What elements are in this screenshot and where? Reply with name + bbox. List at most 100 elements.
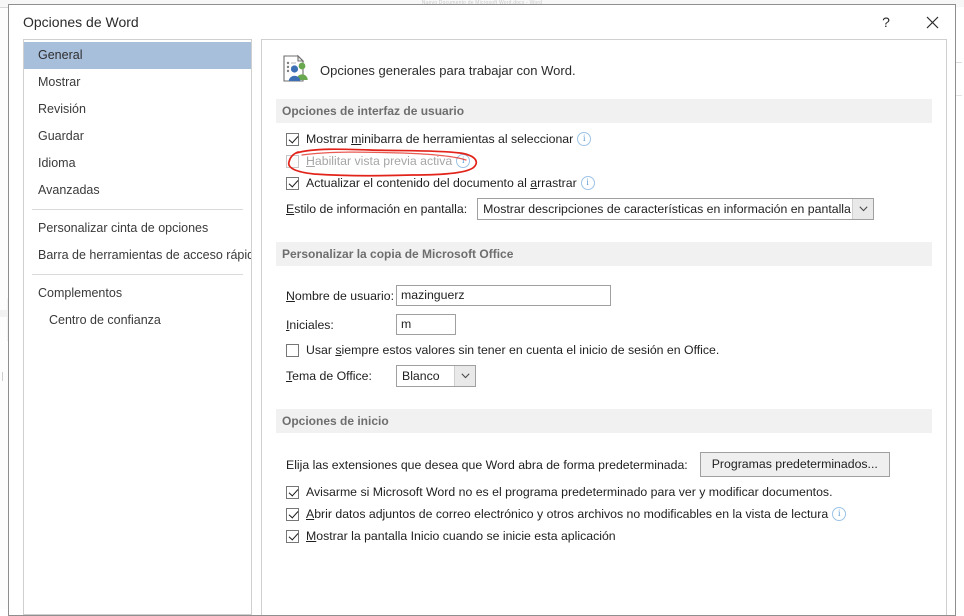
section-header-ui-options: Opciones de interfaz de usuario (276, 99, 932, 123)
sidebar-item-label: Mostrar (38, 75, 81, 89)
label-part-post: abilitar vista previa activa (314, 154, 453, 168)
sidebar-item-general[interactable]: General (24, 42, 251, 69)
sidebar-item-label: Idioma (38, 156, 76, 170)
label-username: Nombre de usuario: (286, 289, 396, 303)
label-file-extensions: Elija las extensiones que desea que Word… (286, 457, 688, 472)
option-row-show-minibar: Mostrar minibarra de herramientas al sel… (286, 132, 932, 146)
dropdown-office-theme[interactable]: Blanco (396, 365, 476, 387)
label-part-rest: brir datos adjuntos de correo electrónic… (314, 507, 829, 521)
label-part-key: H (306, 154, 315, 168)
label-part-key: A (306, 507, 315, 521)
word-options-dialog: Opciones de Word ? General Mostrar Revis… (8, 4, 956, 616)
label-initials: Iniciales: (286, 318, 396, 332)
checkbox-label-update-on-drag: Actualizar el contenido del documento al… (306, 176, 577, 190)
sidebar-item-label: Guardar (38, 129, 84, 143)
word-left-ruler-tick (2, 372, 3, 381)
options-content-pane: Opciones generales para trabajar con Wor… (261, 39, 947, 615)
options-category-list: General Mostrar Revisión Guardar Idioma … (23, 39, 252, 615)
sidebar-divider-1 (32, 209, 243, 210)
checkbox-label-show-minibar: Mostrar minibarra de herramientas al sel… (306, 132, 573, 146)
pane-header: Opciones generales para trabajar con Wor… (280, 54, 932, 87)
label-part-pre: Mostrar (306, 132, 352, 146)
sidebar-item-label: Complementos (38, 286, 123, 300)
sidebar-item-centro-de-confianza[interactable]: Centro de confianza (24, 307, 251, 334)
general-options-document-people-icon (280, 54, 310, 87)
label-part-rest: ostrar la pantalla Inicio cuando se inic… (316, 529, 616, 543)
info-icon-show-minibar[interactable]: i (577, 132, 592, 146)
option-row-live-preview: Habilitar vista previa activa i (286, 154, 932, 168)
input-username[interactable] (396, 285, 611, 306)
sidebar-item-avanzadas[interactable]: Avanzadas (24, 177, 251, 204)
help-icon[interactable]: ? (863, 5, 909, 39)
label-part-pre: Usar (306, 343, 336, 357)
sidebar-item-label: General (38, 48, 83, 62)
close-icon[interactable] (909, 5, 955, 39)
option-row-screentip-style: Estilo de información en pantalla: Mostr… (286, 198, 932, 220)
checkbox-show-minibar[interactable] (286, 132, 299, 146)
field-row-initials: Iniciales: (286, 314, 932, 335)
sidebar-item-guardar[interactable]: Guardar (24, 123, 251, 150)
sidebar-item-label: Centro de confianza (49, 313, 161, 327)
sidebar-item-revision[interactable]: Revisión (24, 96, 251, 123)
label-part-key: m (351, 132, 362, 146)
sidebar-item-barra-acceso-rapido[interactable]: Barra de herramientas de acceso rápido (24, 242, 251, 269)
sidebar-item-personalizar-cinta[interactable]: Personalizar cinta de opciones (24, 215, 251, 242)
sidebar-item-label: Barra de herramientas de acceso rápido (38, 248, 251, 262)
checkbox-notify-default-program[interactable] (286, 485, 299, 499)
checkbox-label-notify-default-program: Avisarme si Microsoft Word no es el prog… (306, 485, 833, 499)
option-row-update-on-drag: Actualizar el contenido del documento al… (286, 176, 932, 190)
chevron-down-icon (454, 366, 475, 386)
checkbox-show-start-screen[interactable] (286, 529, 299, 543)
checkbox-label-always-use-values: Usar siempre estos valores sin tener en … (306, 343, 719, 357)
checkbox-label-show-start-screen: Mostrar la pantalla Inicio cuando se ini… (306, 529, 616, 543)
info-icon-update-on-drag[interactable]: i (580, 176, 595, 190)
label-part-pre: Actualizar el contenido del documento al (306, 176, 531, 190)
help-glyph: ? (882, 14, 890, 30)
section-header-personalize: Personalizar la copia de Microsoft Offic… (276, 242, 932, 266)
sidebar-divider-2 (32, 274, 243, 275)
option-row-always-use-values: Usar siempre estos valores sin tener en … (286, 343, 932, 357)
info-icon-open-attachments[interactable]: i (832, 507, 847, 521)
input-initials[interactable] (396, 314, 456, 335)
section-header-startup: Opciones de inicio (276, 409, 932, 433)
option-row-notify-default-program: Avisarme si Microsoft Word no es el prog… (286, 485, 932, 499)
label-part-rest: niciales: (289, 317, 334, 332)
option-row-open-attachments-reading-view: Abrir datos adjuntos de correo electróni… (286, 507, 932, 521)
sidebar-item-label: Personalizar cinta de opciones (38, 221, 209, 235)
sidebar-item-complementos[interactable]: Complementos (24, 280, 251, 307)
checkbox-label-open-attachments-reading-view: Abrir datos adjuntos de correo electróni… (306, 507, 828, 521)
sidebar-item-label: Revisión (38, 102, 86, 116)
label-office-theme: Tema de Office: (286, 369, 396, 383)
label-part-rest: ema de Office: (292, 369, 372, 383)
label-part-rest: stilo de información en pantalla: (294, 202, 468, 216)
dropdown-office-theme-value: Blanco (402, 369, 440, 383)
sidebar-item-idioma[interactable]: Idioma (24, 150, 251, 177)
pane-header-text: Opciones generales para trabajar con Wor… (320, 63, 576, 78)
chevron-down-icon (852, 199, 874, 219)
field-row-username: Nombre de usuario: (286, 285, 932, 306)
label-part-post: iempre estos valores sin tener en cuenta… (341, 343, 720, 357)
dropdown-screentip-style-value: Mostrar descripciones de características… (483, 202, 851, 216)
label-part-key: E (286, 202, 295, 216)
caption-button-group: ? (863, 5, 955, 39)
dialog-titlebar: Opciones de Word ? (9, 5, 955, 39)
label-part-key: M (306, 529, 317, 543)
dropdown-screentip-style[interactable]: Mostrar descripciones de características… (477, 198, 875, 220)
sidebar-item-label: Avanzadas (38, 183, 100, 197)
label-part-key: N (286, 288, 295, 303)
sidebar-item-mostrar[interactable]: Mostrar (24, 69, 251, 96)
checkbox-label-live-preview: Habilitar vista previa activa (306, 154, 452, 168)
info-icon-live-preview[interactable]: i (456, 154, 471, 168)
checkbox-open-attachments-reading-view[interactable] (286, 507, 299, 521)
label-part-post: inibarra de herramientas al seleccionar (361, 132, 574, 146)
label-part-rest: ombre de usuario: (294, 288, 395, 303)
label-screentip-style: Estilo de información en pantalla: (286, 202, 467, 216)
default-programs-button[interactable]: Programas predeterminados... (699, 452, 890, 477)
checkbox-always-use-values[interactable] (286, 343, 299, 357)
label-part-post: rrastrar (537, 176, 577, 190)
field-row-office-theme: Tema de Office: Blanco (286, 365, 932, 387)
checkbox-live-preview[interactable] (286, 154, 299, 168)
checkbox-update-on-drag[interactable] (286, 176, 299, 190)
dialog-body: General Mostrar Revisión Guardar Idioma … (9, 39, 955, 615)
option-row-show-start-screen: Mostrar la pantalla Inicio cuando se ini… (286, 529, 932, 543)
